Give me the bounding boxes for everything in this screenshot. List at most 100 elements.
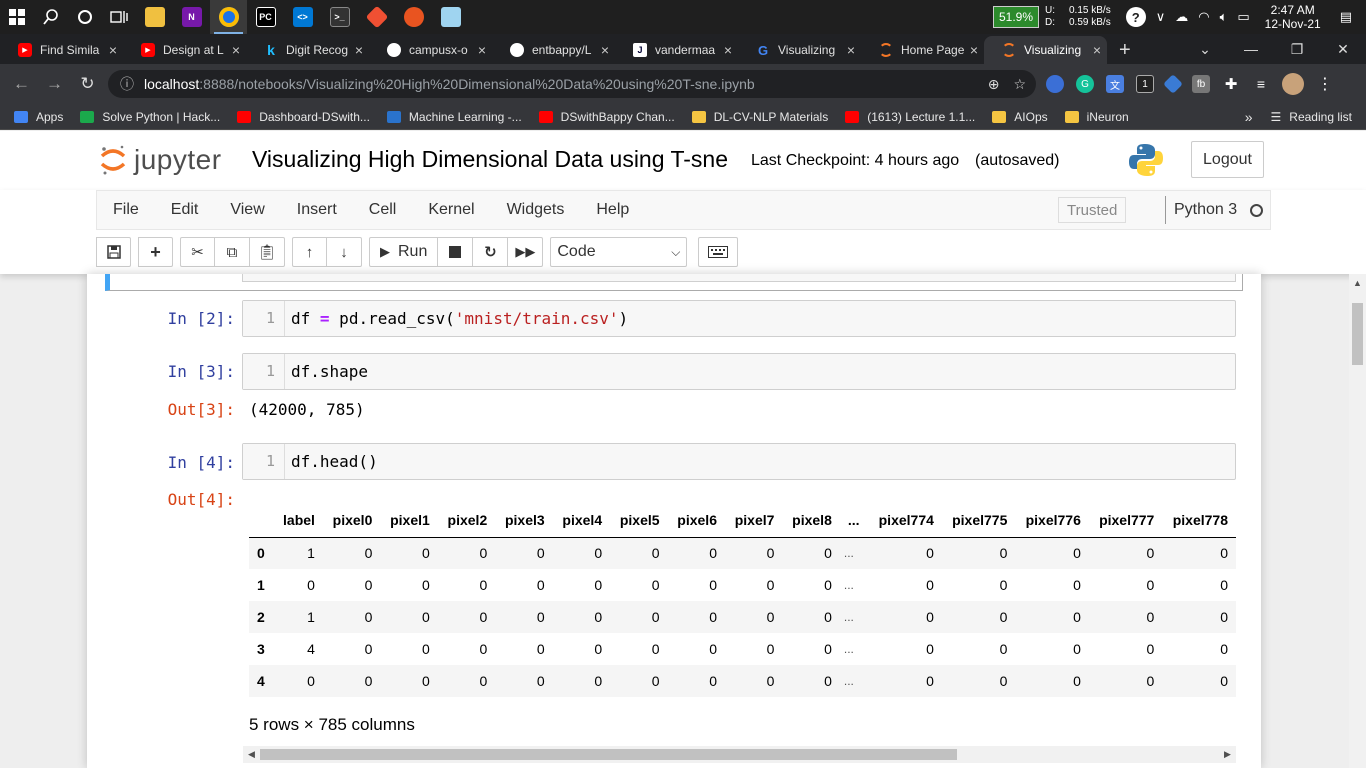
interrupt-button[interactable] [438,237,474,267]
battery-percentage[interactable]: 51.9% [992,6,1039,28]
scroll-up-icon[interactable]: ▲ [1349,274,1366,291]
paste-button[interactable]: 📋︎ [250,237,285,267]
insert-cell-button[interactable]: + [138,237,173,267]
notebook-title[interactable]: Visualizing High Dimensional Data using … [252,146,728,173]
menu-edit[interactable]: Edit [155,201,215,219]
bookmark-item[interactable]: (1613) Lecture 1.1... [845,110,975,124]
move-up-button[interactable]: ↑ [292,237,327,267]
bookmark-item[interactable]: Dashboard-DSwith... [237,110,370,124]
ubuntu-icon[interactable] [395,0,432,34]
code-text[interactable]: df.head() [291,444,378,479]
search-icon[interactable] [34,0,68,34]
vscode-icon[interactable]: <> [284,0,321,34]
horizontal-scrollbar[interactable]: ◀ ▶ [243,746,1236,763]
bookmark-item[interactable]: Machine Learning -... [386,110,522,124]
code-cell[interactable]: 1 df.head() [242,443,1236,480]
reload-button[interactable]: ↻ [71,74,104,94]
bookmark-item[interactable]: AIOps [992,110,1048,124]
close-window-button[interactable]: ✕ [1320,41,1366,58]
battery-icon[interactable]: ▭ [1237,9,1249,25]
reading-list-icon[interactable]: ☰ [1271,110,1282,124]
browser-tab[interactable]: campusx-o × [369,36,492,64]
browser-tab[interactable]: Home Page × [861,36,984,64]
menu-view[interactable]: View [214,201,280,219]
kernel-name[interactable]: Python 3 [1165,196,1237,224]
clock[interactable]: 2:47 AM 12-Nov-21 [1265,3,1321,31]
more-bookmarks-button[interactable]: » [1245,109,1253,125]
chevron-up-icon[interactable]: ∨ [1156,9,1166,25]
forward-button[interactable]: → [38,74,71,94]
restart-run-all-button[interactable]: ▶▶ [508,237,544,267]
restore-button[interactable]: ❐ [1274,41,1320,58]
menu-kernel[interactable]: Kernel [412,201,490,219]
command-palette-button[interactable] [698,237,739,267]
vertical-scrollbar[interactable]: ▲ [1349,274,1366,768]
task-view-icon[interactable] [102,0,136,34]
menu-insert[interactable]: Insert [281,201,353,219]
help-icon[interactable]: ? [1125,7,1146,27]
cortana-icon[interactable] [68,0,102,34]
close-tab-icon[interactable]: × [970,42,978,58]
terminal-icon[interactable]: >_ [321,0,358,34]
extension-fb-icon[interactable]: fb [1192,75,1210,93]
extension-diamond-icon[interactable] [1163,74,1183,94]
browser-tab[interactable]: entbappy/L × [492,36,615,64]
chrome-menu-icon[interactable]: ⋮ [1316,75,1334,93]
bookmark-item[interactable]: DSwithBappy Chan... [538,110,675,124]
close-tab-icon[interactable]: × [355,42,363,58]
close-tab-icon[interactable]: × [478,42,486,58]
restart-button[interactable]: ↻ [473,237,509,267]
menu-cell[interactable]: Cell [353,201,413,219]
notepad-icon[interactable] [432,0,469,34]
bookmark-item[interactable]: iNeuron [1064,110,1129,124]
pycharm-icon[interactable]: PC [247,0,284,34]
selected-cell[interactable] [105,274,1243,291]
browser-tab[interactable]: ▶ Find Simila × [0,36,123,64]
windows-start-icon[interactable] [0,0,34,34]
close-tab-icon[interactable]: × [109,42,117,58]
bookmark-item[interactable]: Solve Python | Hack... [80,110,220,124]
close-tab-icon[interactable]: × [232,42,240,58]
copy-button[interactable]: ⧉ [215,237,250,267]
extension-icon[interactable] [1046,75,1064,93]
zoom-icon[interactable]: ⊕ [988,76,1000,93]
run-button[interactable]: ▶ Run [369,237,439,267]
git-icon[interactable] [358,0,395,34]
translate-icon[interactable]: 文 [1106,75,1124,93]
close-tab-icon[interactable]: × [847,42,855,58]
scrollbar-thumb[interactable] [1352,303,1363,365]
scroll-right-icon[interactable]: ▶ [1219,746,1236,763]
bookmark-item[interactable]: DL-CV-NLP Materials [691,110,828,124]
cut-button[interactable]: ✂ [180,237,215,267]
close-tab-icon[interactable]: × [1093,42,1101,58]
menu-file[interactable]: File [97,201,155,219]
cell-type-select[interactable]: Code ⌵ [550,237,688,267]
chrome-taskbar-icon[interactable] [210,0,247,34]
browser-tab[interactable]: Visualizing × [984,36,1107,64]
menu-widgets[interactable]: Widgets [491,201,581,219]
browser-tab[interactable]: k Digit Recog × [246,36,369,64]
browser-tab[interactable]: ▶ Design at L × [123,36,246,64]
browser-tab[interactable]: Jvandermaa × [615,36,738,64]
close-tab-icon[interactable]: × [601,42,609,58]
menu-help[interactable]: Help [580,201,645,219]
code-cell[interactable]: 1 df = pd.read_csv('mnist/train.csv') [242,300,1236,337]
tab-search-icon[interactable]: ⌄ [1182,41,1228,58]
scroll-left-icon[interactable]: ◀ [243,746,260,763]
wifi-icon[interactable]: ◠ [1198,9,1209,25]
move-down-button[interactable]: ↓ [327,237,362,267]
grammarly-icon[interactable]: G [1076,75,1094,93]
browser-tab[interactable]: G Visualizing × [738,36,861,64]
site-info-icon[interactable]: ⓘ [120,74,134,94]
media-control-icon[interactable]: ≡ [1252,75,1270,93]
trusted-indicator[interactable]: Trusted [1058,197,1127,223]
bookmark-item[interactable]: Apps [14,110,63,124]
address-bar[interactable]: ⓘ localhost:8888/notebooks/Visualizing%2… [108,70,1036,98]
profile-avatar[interactable] [1282,73,1304,95]
extension-badge-icon[interactable]: 1 [1136,75,1154,93]
volume-icon[interactable]: 🔈︎ [1220,9,1228,25]
reading-list-button[interactable]: Reading list [1289,110,1352,124]
jupyter-logo[interactable]: jupyter [100,144,222,176]
logout-button[interactable]: Logout [1191,141,1264,178]
onenote-icon[interactable]: N [173,0,210,34]
